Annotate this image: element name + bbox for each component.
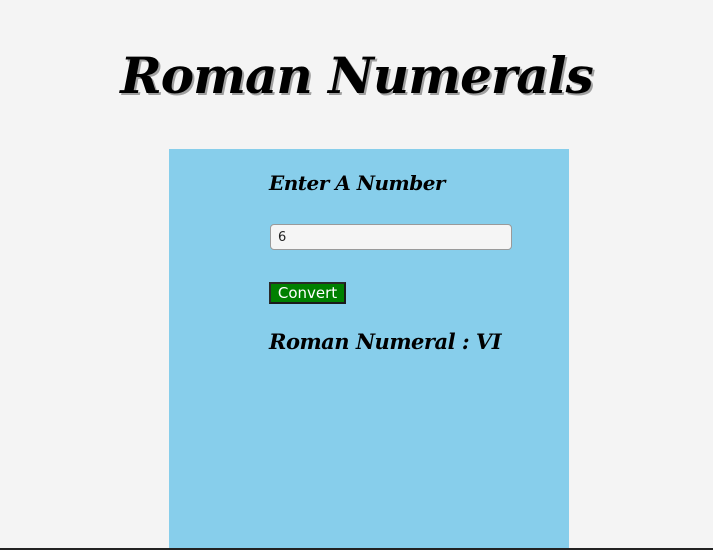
convert-button[interactable]: Convert xyxy=(269,282,346,304)
page: Roman Numerals Enter A Number Convert Ro… xyxy=(0,0,713,550)
converter-card: Enter A Number Convert Roman Numeral : V… xyxy=(169,149,569,550)
number-label: Enter A Number xyxy=(269,171,445,195)
page-title: Roman Numerals xyxy=(120,46,594,105)
number-input[interactable] xyxy=(270,224,512,250)
result-text: Roman Numeral : VI xyxy=(269,329,502,354)
